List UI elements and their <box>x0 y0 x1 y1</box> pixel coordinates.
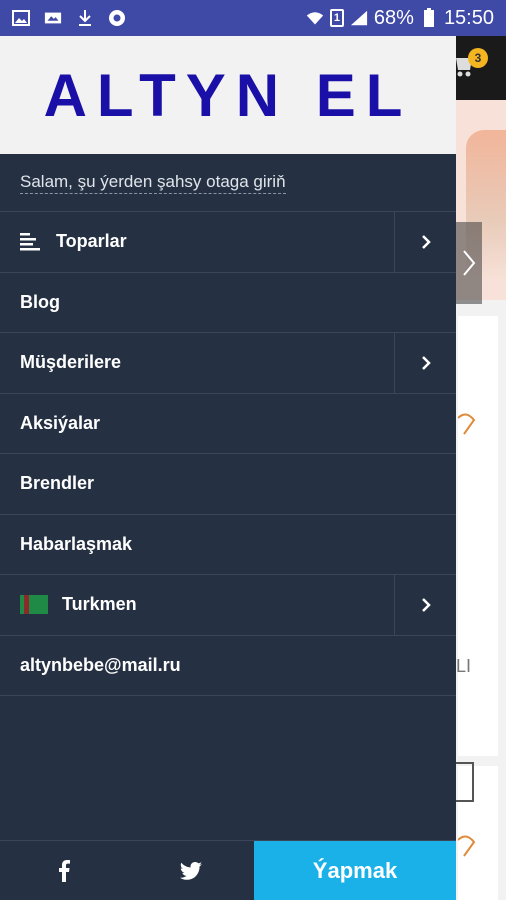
background-banner <box>456 100 506 304</box>
sim-indicator: 1 <box>329 9 344 27</box>
menu-item-label: Blog <box>20 291 60 312</box>
facebook-icon <box>58 860 70 882</box>
menu-item-email[interactable]: altynbebe@mail.ru <box>0 636 456 696</box>
battery-icon <box>420 8 438 27</box>
image-icon <box>44 9 62 27</box>
login-link[interactable]: Salam, şu ýerden şahsy otaga giriň <box>20 172 286 194</box>
download-icon <box>76 9 94 27</box>
expand-customers-button[interactable] <box>394 333 456 393</box>
menu-item-label: Müşderilere <box>20 352 122 373</box>
turkmenistan-flag-icon <box>20 595 48 615</box>
menu-item-label: Brendler <box>20 473 95 494</box>
menu-item-label: Aksiýalar <box>20 412 101 433</box>
facebook-button[interactable] <box>0 841 127 900</box>
list-icon <box>20 231 42 253</box>
signal-icon <box>350 9 368 27</box>
clock: 15:50 <box>443 6 494 29</box>
partial-text: LI <box>456 656 472 676</box>
menu-item-contact[interactable]: Habarlaşmak <box>0 515 456 575</box>
twitter-button[interactable] <box>127 841 254 900</box>
chevron-right-icon <box>421 234 431 249</box>
gallery-icon <box>12 9 30 27</box>
expand-categories-button[interactable] <box>394 212 456 272</box>
menu-item-label: Toparlar <box>56 231 127 252</box>
chevron-right-icon <box>421 355 431 370</box>
chevron-right-icon <box>421 597 431 612</box>
menu-item-label: Turkmen <box>62 594 137 615</box>
wifi-icon <box>306 9 324 27</box>
expand-language-button[interactable] <box>394 575 456 635</box>
email-link[interactable]: altynbebe@mail.ru <box>0 655 181 676</box>
heart-icon[interactable] <box>457 412 478 436</box>
close-drawer-button[interactable]: Ýapmak <box>254 841 456 900</box>
heart-icon[interactable] <box>457 834 478 858</box>
menu-item-promotions[interactable]: Aksiýalar <box>0 394 456 454</box>
chrome-icon <box>108 9 126 27</box>
twitter-icon <box>179 862 202 880</box>
background-header: 3 <box>456 36 506 100</box>
status-bar: 1 68% 15:50 <box>0 0 506 36</box>
menu-item-label: Habarlaşmak <box>20 533 133 554</box>
cart-badge: 3 <box>468 48 488 68</box>
login-prompt[interactable]: Salam, şu ýerden şahsy otaga giriň <box>0 154 456 212</box>
chevron-right-icon[interactable] <box>456 222 482 304</box>
background-page: 3 LI <box>456 36 506 900</box>
menu-item-blog[interactable]: Blog <box>0 273 456 333</box>
product-card <box>458 316 498 756</box>
menu-item-brands[interactable]: Brendler <box>0 454 456 515</box>
outline-box <box>456 762 474 802</box>
battery-percent: 68% <box>373 6 414 29</box>
menu-item-language[interactable]: Turkmen <box>0 575 456 636</box>
navigation-drawer: ALTYN EL Salam, şu ýerden şahsy otaga gi… <box>0 36 456 900</box>
menu-item-customers[interactable]: Müşderilere <box>0 333 456 394</box>
logo-header: ALTYN EL <box>0 36 456 154</box>
brand-logo[interactable]: ALTYN EL <box>44 61 413 130</box>
drawer-footer: Ýapmak <box>0 840 456 900</box>
menu-item-categories[interactable]: Toparlar <box>0 212 456 273</box>
